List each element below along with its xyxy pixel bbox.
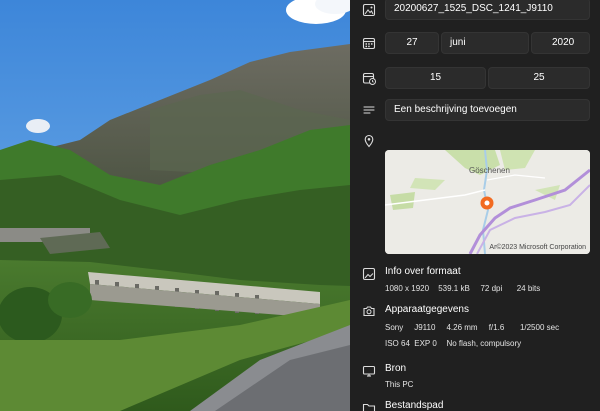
device-focal-length: 4.26 mm <box>446 323 478 332</box>
date-year-select[interactable]: 2020 <box>531 32 590 54</box>
map-copyright: Ar©2023 Microsoft Corporation <box>489 244 586 251</box>
format-dpi: 72 dpi <box>480 284 503 293</box>
device-shutter: 1/2500 sec <box>519 323 560 332</box>
date-day-select[interactable]: 27 <box>385 32 439 54</box>
time-hour-value: 15 <box>429 72 442 83</box>
description-input[interactable]: Een beschrijving toevoegen <box>385 99 590 121</box>
location-map[interactable]: Göschenen Ar©2023 Microsoft Corporation <box>385 150 590 254</box>
image-info-icon <box>362 267 376 281</box>
device-make: Sony <box>385 323 404 332</box>
calendar-clock-icon <box>362 71 376 85</box>
device-info-row-1: Sony J9110 4.26 mm f/1.6 1/2500 sec <box>385 323 559 332</box>
file-name-field[interactable]: 20200627_1525_DSC_1241_J9110 <box>385 0 590 20</box>
device-info-row-2: ISO 64 EXP 0 No flash, compulsory <box>385 339 521 348</box>
device-exposure: EXP 0 <box>414 339 437 348</box>
map-place-label: Göschenen <box>469 166 510 175</box>
device-flash: No flash, compulsory <box>446 339 522 348</box>
format-info-row: 1080 x 1920 539.1 kB 72 dpi 24 bits <box>385 284 540 293</box>
device-info-title: Apparaatgegevens <box>385 304 469 315</box>
device-model: J9110 <box>414 323 436 332</box>
file-name-value: 20200627_1525_DSC_1241_J9110 <box>394 3 553 14</box>
location-pin-icon <box>362 134 376 148</box>
date-month-value: juni <box>450 37 466 48</box>
date-day-value: 27 <box>406 37 418 48</box>
source-value: This PC <box>385 380 414 389</box>
text-lines-icon <box>362 103 376 117</box>
date-month-select[interactable]: juni <box>441 32 529 54</box>
time-minute-value: 25 <box>533 72 545 83</box>
format-info-title: Info over formaat <box>385 266 461 277</box>
format-bits: 24 bits <box>516 284 541 293</box>
camera-icon <box>362 304 376 318</box>
folder-icon <box>362 401 376 411</box>
device-iso: ISO 64 <box>385 339 410 348</box>
source-title: Bron <box>385 363 407 374</box>
photo-preview <box>0 0 350 411</box>
description-placeholder: Een beschrijving toevoegen <box>394 104 517 115</box>
calendar-icon <box>362 36 376 50</box>
file-path-title: Bestandspad <box>385 400 444 411</box>
date-year-value: 2020 <box>552 37 575 48</box>
info-panel: 20200627_1525_DSC_1241_J9110 27 juni 202… <box>350 0 600 411</box>
computer-icon <box>362 364 376 378</box>
device-aperture: f/1.6 <box>488 323 505 332</box>
time-hour-select[interactable]: 15 <box>385 67 486 89</box>
format-dimensions: 1080 x 1920 <box>385 284 430 293</box>
time-minute-select[interactable]: 25 <box>488 67 590 89</box>
format-size: 539.1 kB <box>438 284 470 293</box>
image-icon <box>362 3 376 17</box>
